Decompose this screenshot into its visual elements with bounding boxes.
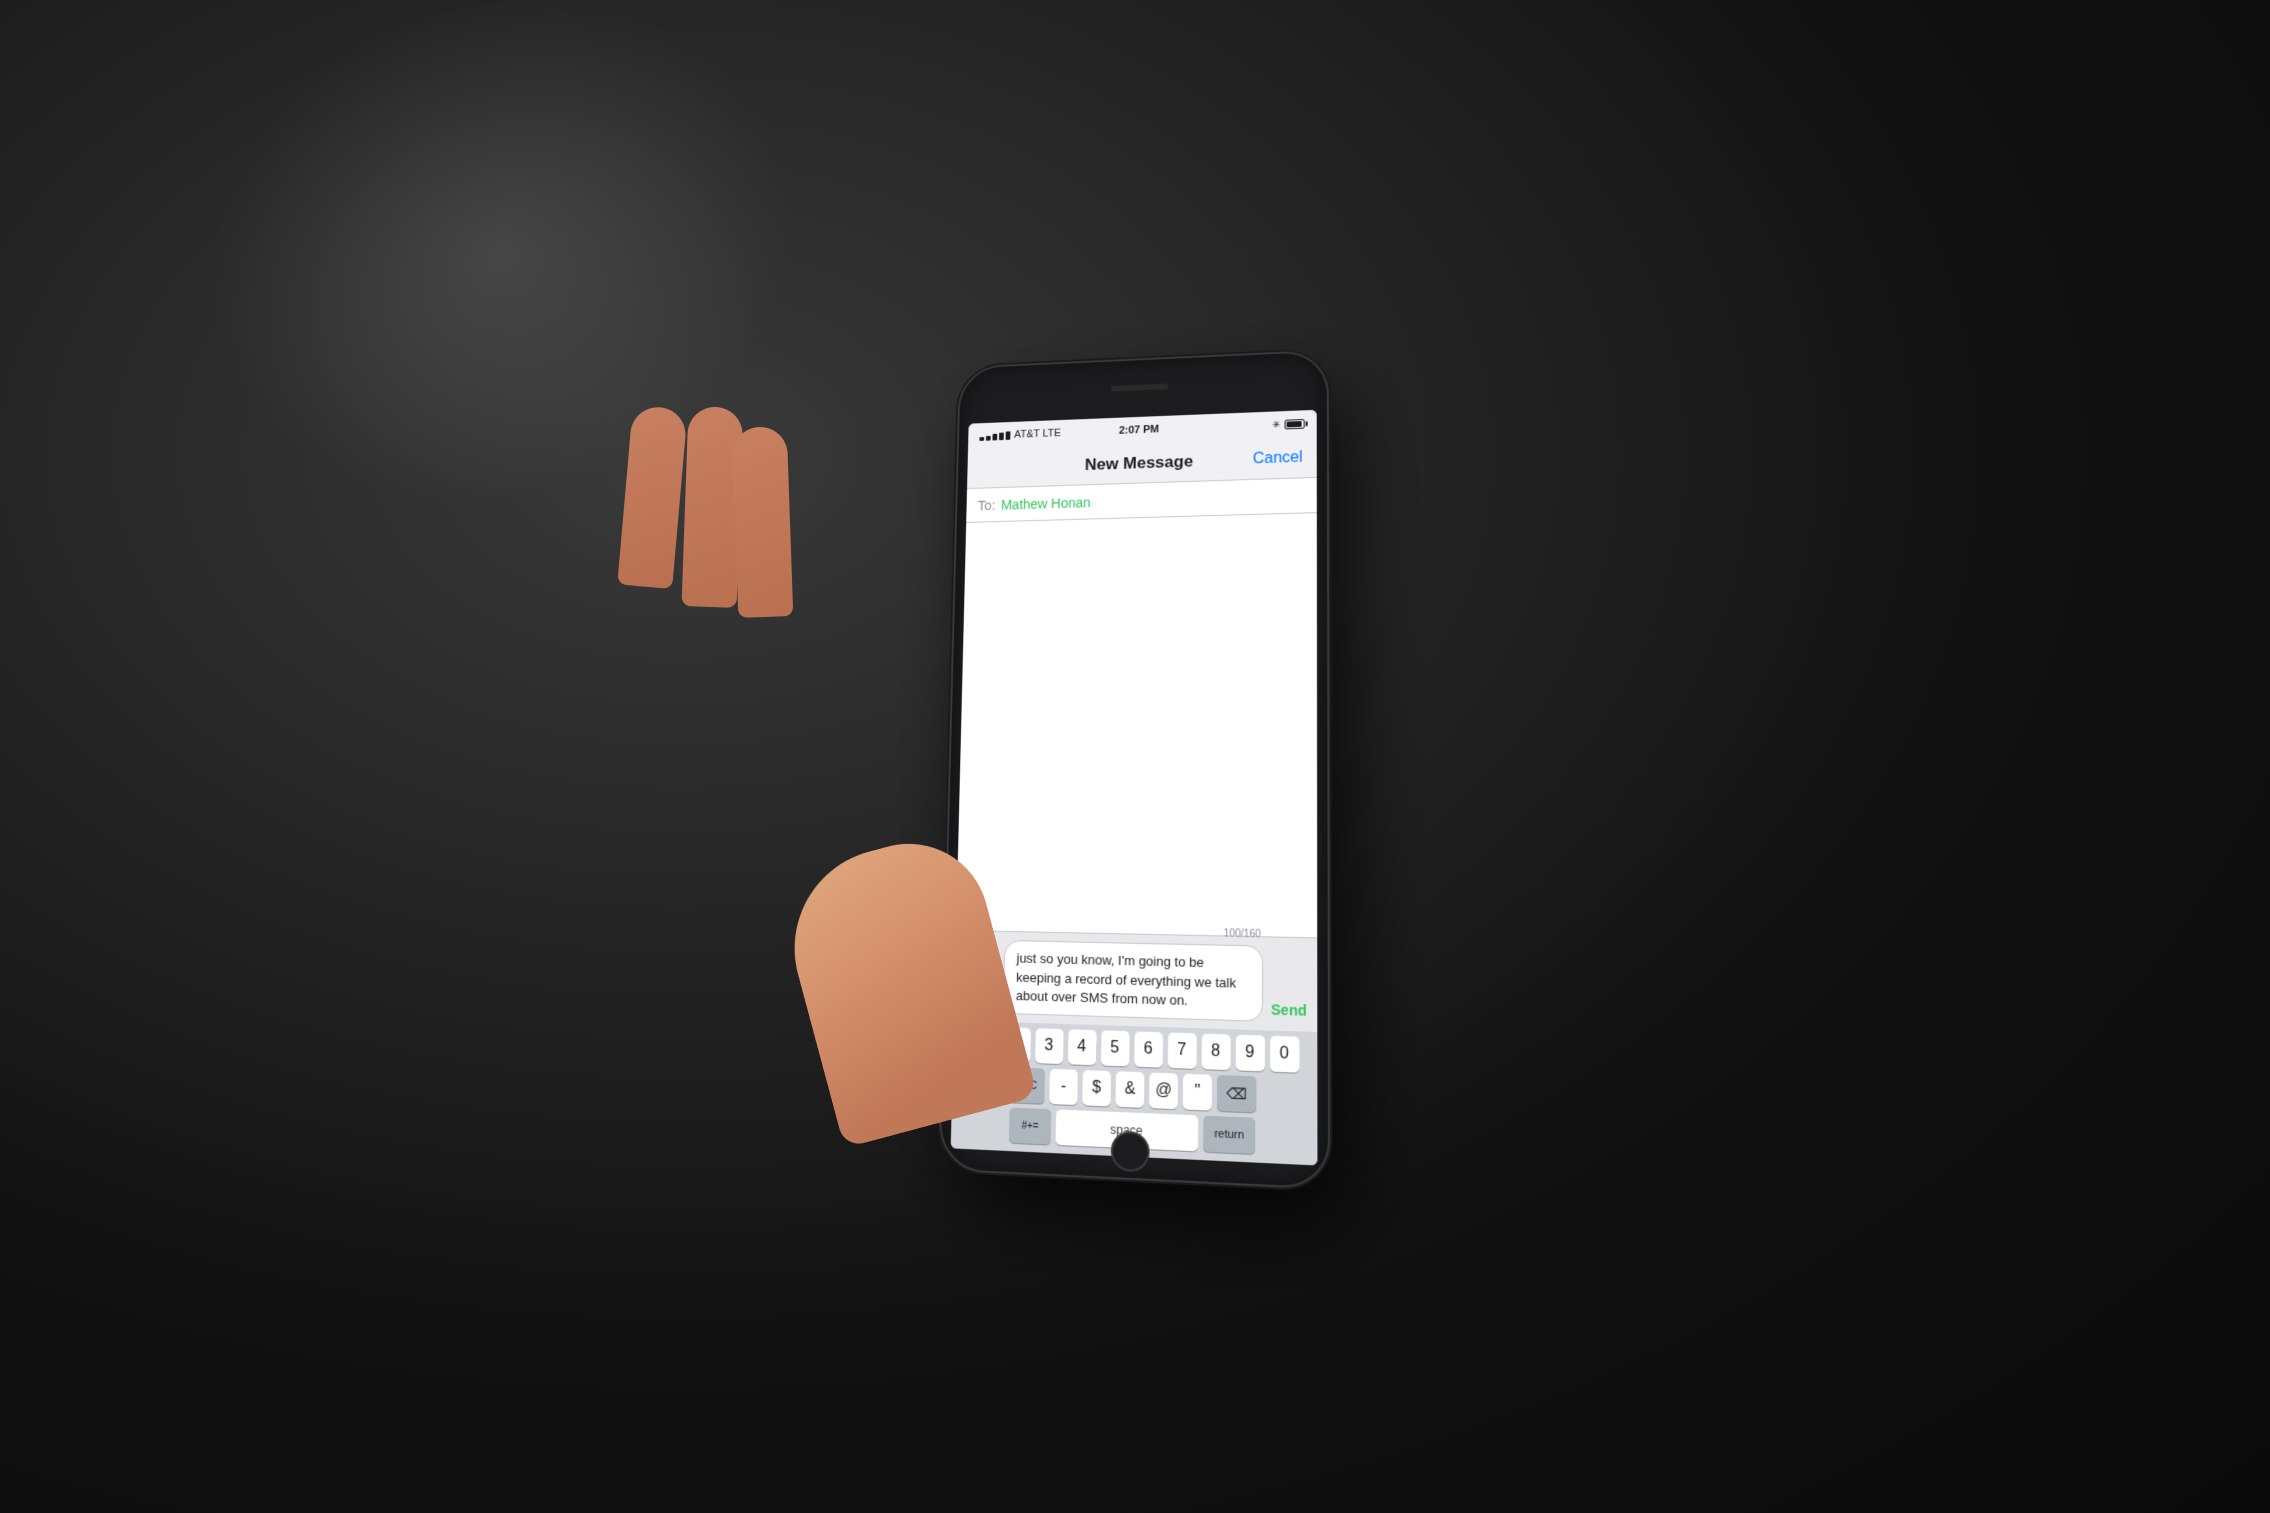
- recipient-value: Mathew Honan: [1001, 494, 1091, 512]
- send-button[interactable]: Send: [1271, 1001, 1307, 1019]
- key-3[interactable]: 3: [1035, 1028, 1063, 1064]
- key-quote[interactable]: ": [1183, 1073, 1212, 1110]
- signal-dot-3: [992, 433, 997, 440]
- carrier-label: AT&T LTE: [1014, 427, 1061, 440]
- cancel-button[interactable]: Cancel: [1253, 448, 1303, 467]
- signal-dot-4: [999, 432, 1004, 440]
- left-hand-fingers: [605, 407, 785, 757]
- status-left: AT&T LTE: [979, 427, 1061, 441]
- signal-dot-1: [979, 436, 984, 440]
- key-9[interactable]: 9: [1235, 1034, 1264, 1071]
- delete-key[interactable]: ⌫: [1217, 1074, 1257, 1112]
- message-input[interactable]: just so you know, I'm going to be keepin…: [1003, 940, 1263, 1021]
- to-label: To:: [978, 497, 996, 513]
- compose-area: [956, 513, 1317, 938]
- finger-1: [617, 404, 687, 588]
- finger-3: [732, 426, 794, 618]
- key-7[interactable]: 7: [1167, 1032, 1196, 1069]
- message-text: just so you know, I'm going to be keepin…: [1016, 950, 1236, 1007]
- bluetooth-icon: ✳: [1272, 419, 1280, 430]
- key-4[interactable]: 4: [1067, 1029, 1096, 1065]
- battery-icon: [1285, 419, 1305, 429]
- return-key[interactable]: return: [1203, 1115, 1255, 1153]
- key-at[interactable]: @: [1149, 1072, 1178, 1109]
- nav-title: New Message: [1085, 451, 1193, 474]
- signal-dots: [979, 430, 1010, 440]
- key-symbols[interactable]: #+=: [1009, 1107, 1051, 1144]
- key-dash[interactable]: -: [1049, 1068, 1078, 1104]
- key-amp[interactable]: &: [1116, 1071, 1145, 1108]
- status-right: ✳: [1272, 418, 1304, 430]
- char-count: 100/160: [1224, 928, 1261, 940]
- key-dollar[interactable]: $: [1082, 1070, 1111, 1106]
- message-body-empty[interactable]: [956, 513, 1317, 938]
- battery-fill: [1287, 421, 1302, 427]
- key-5[interactable]: 5: [1100, 1030, 1129, 1066]
- phone-speaker: [1111, 383, 1169, 391]
- signal-dot-5: [1006, 430, 1011, 439]
- key-0[interactable]: 0: [1270, 1035, 1299, 1072]
- signal-dot-2: [986, 435, 991, 440]
- key-6[interactable]: 6: [1134, 1031, 1163, 1067]
- key-8[interactable]: 8: [1201, 1033, 1230, 1070]
- scene: AT&T LTE 2:07 PM ✳ New Message Cancel To…: [685, 107, 1585, 1407]
- status-time: 2:07 PM: [1119, 423, 1159, 436]
